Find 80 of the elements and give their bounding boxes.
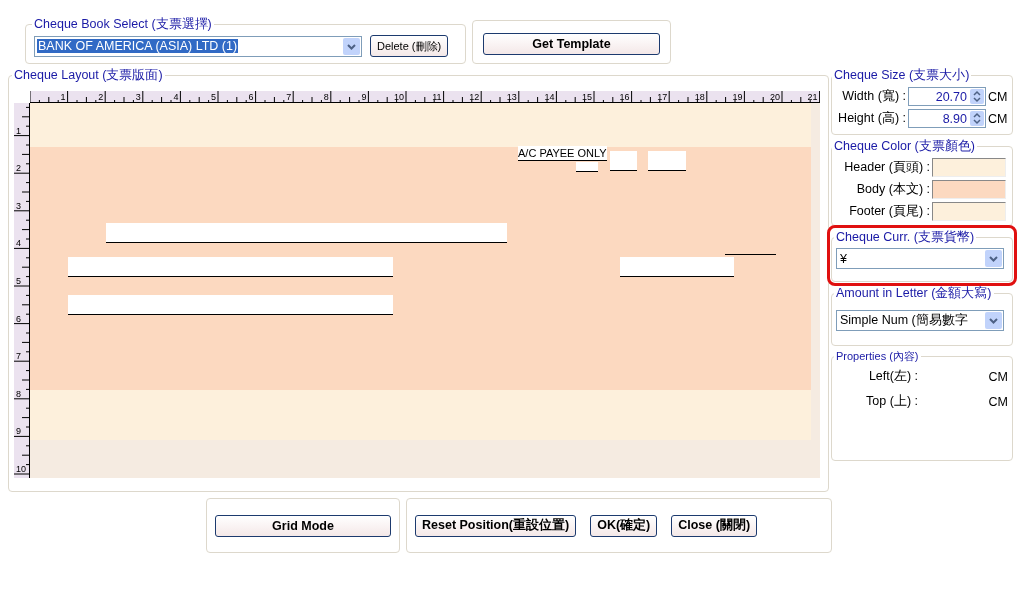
section-title: Cheque Book Select (支票選擇) [33, 16, 213, 33]
ruler-label: 9 [361, 92, 367, 102]
ruler-label: 19 [732, 92, 743, 102]
ruler-label: 10 [394, 92, 404, 102]
ruler-label: 20 [770, 92, 780, 102]
ruler-label: 4 [173, 92, 179, 102]
action-button[interactable]: Reset Position(重設位置) [415, 514, 577, 537]
action-button[interactable]: Close (關閉) [671, 514, 758, 537]
ruler-label: 5 [211, 92, 216, 102]
dropdown-value: BANK OF AMERICA (ASIA) LTD (1) [37, 39, 239, 53]
ruler-label: 2 [16, 163, 21, 174]
ruler-label: 3 [135, 92, 141, 102]
color-swatch[interactable] [932, 158, 1006, 177]
field-label: Top (上) : [865, 393, 918, 410]
cheque-field-line[interactable] [725, 254, 776, 255]
size-field[interactable]: 20.70 [908, 87, 986, 106]
ruler-label: 18 [694, 92, 705, 102]
unit-label: CM [988, 111, 1008, 126]
size-field[interactable]: 8.90 [908, 109, 986, 128]
cheque-field[interactable] [620, 257, 734, 277]
unit-label: CM [988, 369, 1008, 384]
cheque-field[interactable] [68, 295, 393, 315]
grid-mode-button[interactable]: Grid Mode [215, 514, 391, 537]
delete-button[interactable]: Delete (刪除) [370, 35, 449, 57]
cheque-field[interactable] [610, 151, 637, 171]
ruler-label: 21 [807, 92, 818, 102]
ruler-label: 1 [16, 125, 21, 136]
ruler-label: 2 [98, 92, 104, 102]
field-label: Height (高) : [837, 110, 906, 127]
ruler-label: 14 [544, 92, 555, 102]
unit-label: CM [988, 394, 1008, 409]
ruler-label: 7 [286, 92, 292, 102]
spinner-icon[interactable] [970, 111, 984, 126]
ruler-label: 3 [16, 200, 21, 211]
ruler-label: 4 [16, 238, 21, 249]
caret-icon[interactable] [985, 250, 1002, 267]
ruler-label: 12 [469, 92, 480, 102]
ruler-label: 17 [657, 92, 668, 102]
section-title: Cheque Color (支票顏色) [833, 138, 976, 155]
field-label: Header (頁頭) : [843, 159, 930, 176]
ruler-label: 8 [323, 92, 329, 102]
field-label: Left(左) : [867, 368, 918, 385]
cheque-book-dropdown[interactable]: BANK OF AMERICA (ASIA) LTD (1) [34, 35, 362, 57]
ruler-label: 1 [60, 92, 66, 102]
section-title: Amount in Letter (金額大寫) [835, 285, 993, 302]
cheque-field[interactable] [106, 223, 507, 243]
dropdown-value: ¥ [839, 251, 848, 266]
ruler-label: 10 [16, 464, 26, 474]
field-label: Width (寬) : [841, 88, 906, 105]
cheque-field[interactable] [648, 151, 686, 171]
ruler-label: 16 [619, 92, 630, 102]
currency-dropdown[interactable]: ¥ [836, 248, 1004, 269]
crossing-text[interactable]: A/C PAYEE ONLY [518, 146, 607, 161]
ruler-label: 11 [432, 92, 442, 102]
section-title: Cheque Layout (支票版面) [13, 67, 164, 84]
ruler-label: 15 [582, 92, 592, 102]
spinner-icon[interactable] [970, 89, 984, 104]
ruler-label: 6 [16, 313, 21, 324]
color-swatch[interactable] [932, 202, 1006, 221]
color-swatch[interactable] [932, 180, 1006, 199]
section-title: Cheque Curr. (支票貨幣) [835, 229, 976, 246]
field-label: Body (本文) : [855, 181, 930, 198]
ruler-label: 5 [16, 276, 21, 286]
get-template-button[interactable]: Get Template [483, 33, 660, 55]
section-title: Properties (內容) [835, 349, 920, 364]
field-label: Footer (頁尾) : [848, 203, 930, 220]
cheque-field[interactable] [68, 257, 393, 277]
amount-letter-dropdown[interactable]: Simple Num (簡易數字 [836, 310, 1004, 331]
caret-icon[interactable] [343, 37, 360, 55]
unit-label: CM [988, 89, 1008, 104]
ruler-label: 8 [16, 388, 21, 399]
ruler-label: 9 [16, 426, 21, 437]
section-title: Cheque Size (支票大小) [833, 67, 971, 84]
caret-icon[interactable] [985, 312, 1002, 329]
action-button[interactable]: OK(確定) [590, 514, 658, 537]
cheque-field[interactable] [576, 162, 598, 172]
ruler-label: 7 [16, 351, 21, 362]
ruler-label: 13 [506, 92, 517, 102]
ruler-label: 6 [248, 92, 254, 102]
dropdown-value: Simple Num (簡易數字 [839, 312, 969, 329]
